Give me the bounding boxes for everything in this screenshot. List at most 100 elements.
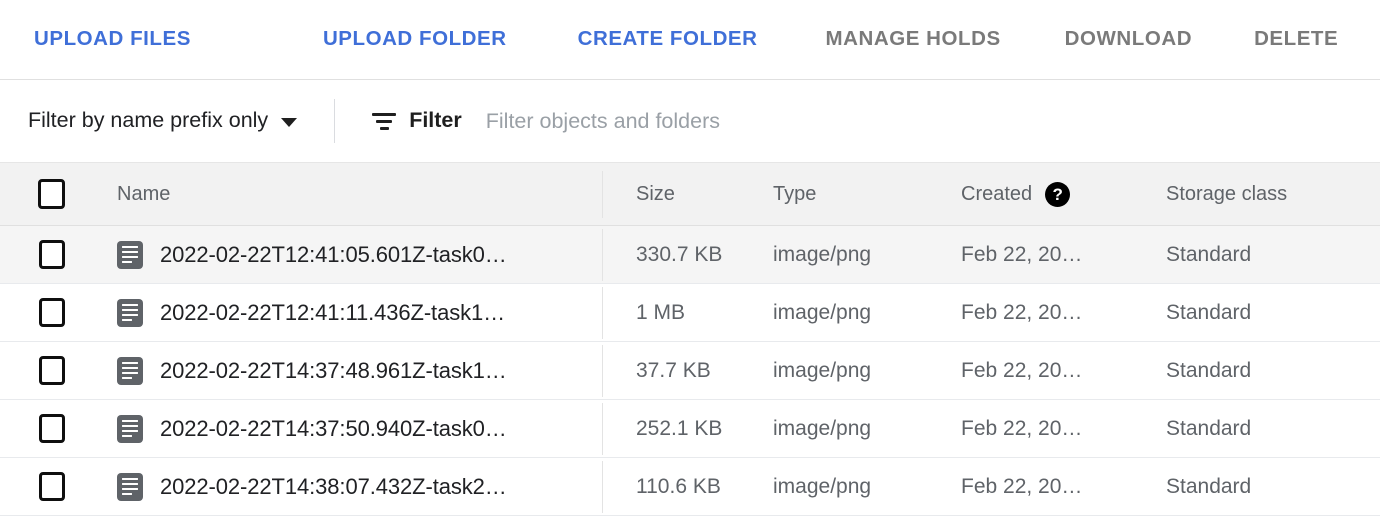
table-header-row: Name Size Type Created ? Storage class: [0, 163, 1380, 226]
row-storage-class-cell: Standard: [1164, 475, 1380, 499]
table-row[interactable]: 2022-02-22T12:41:11.436Z-task1… 1 MB ima…: [0, 284, 1380, 342]
row-name-cell: 2022-02-22T14:37:48.961Z-task1…: [101, 357, 603, 385]
document-icon: [117, 473, 143, 501]
column-header-name-label: Name: [117, 183, 170, 206]
object-storage-class: Standard: [1166, 417, 1251, 440]
row-type-cell: image/png: [771, 359, 961, 383]
column-header-created[interactable]: Created ?: [961, 182, 1164, 207]
row-type-cell: image/png: [771, 301, 961, 325]
select-all-checkbox[interactable]: [38, 179, 65, 209]
object-created: Feb 22, 20…: [961, 359, 1082, 383]
object-name-link[interactable]: 2022-02-22T14:37:50.940Z-task0…: [160, 416, 507, 442]
object-created: Feb 22, 20…: [961, 417, 1082, 441]
column-header-storage-class[interactable]: Storage class: [1164, 183, 1380, 206]
object-size: 37.7 KB: [636, 359, 711, 382]
document-icon: [117, 415, 143, 443]
create-folder-button[interactable]: CREATE FOLDER: [578, 19, 758, 60]
row-type-cell: image/png: [771, 243, 961, 267]
object-size: 330.7 KB: [636, 243, 722, 266]
object-storage-class: Standard: [1166, 359, 1251, 382]
row-select-cell: [0, 414, 101, 443]
column-header-name[interactable]: Name: [101, 183, 603, 206]
row-size-cell: 110.6 KB: [603, 475, 771, 499]
row-name-cell: 2022-02-22T14:37:50.940Z-task0…: [101, 415, 603, 443]
filter-button[interactable]: Filter: [372, 110, 462, 132]
row-type-cell: image/png: [771, 475, 961, 499]
column-header-size-label: Size: [636, 183, 675, 205]
object-type: image/png: [773, 359, 871, 382]
document-icon: [117, 357, 143, 385]
row-checkbox[interactable]: [39, 356, 65, 385]
row-checkbox[interactable]: [39, 240, 65, 269]
row-name-cell: 2022-02-22T14:38:07.432Z-task2…: [101, 473, 603, 501]
object-type: image/png: [773, 475, 871, 498]
object-name-link[interactable]: 2022-02-22T14:37:48.961Z-task1…: [160, 358, 507, 384]
action-toolbar: UPLOAD FILES UPLOAD FOLDER CREATE FOLDER…: [0, 0, 1380, 80]
object-size: 1 MB: [636, 301, 685, 324]
table-row[interactable]: 2022-02-22T14:38:07.432Z-task2… 110.6 KB…: [0, 458, 1380, 516]
column-header-type-label: Type: [773, 183, 816, 205]
column-header-size[interactable]: Size: [603, 183, 771, 206]
object-storage-class: Standard: [1166, 475, 1251, 498]
object-type: image/png: [773, 417, 871, 440]
column-header-storage-class-label: Storage class: [1166, 183, 1287, 205]
row-storage-class-cell: Standard: [1164, 301, 1380, 325]
row-created-cell: Feb 22, 20…: [961, 417, 1164, 441]
select-all-cell: [0, 179, 101, 209]
table-body: 2022-02-22T12:41:05.601Z-task0… 330.7 KB…: [0, 226, 1380, 516]
column-header-type[interactable]: Type: [771, 183, 961, 206]
table-row[interactable]: 2022-02-22T14:37:48.961Z-task1… 37.7 KB …: [0, 342, 1380, 400]
row-checkbox[interactable]: [39, 472, 65, 501]
row-select-cell: [0, 240, 101, 269]
filter-input[interactable]: [486, 109, 1046, 134]
object-size: 110.6 KB: [636, 475, 721, 498]
download-button[interactable]: DOWNLOAD: [1065, 19, 1192, 60]
vertical-divider: [334, 99, 335, 143]
row-type-cell: image/png: [771, 417, 961, 441]
object-size: 252.1 KB: [636, 417, 722, 440]
object-type: image/png: [773, 301, 871, 324]
filter-bar: Filter by name prefix only Filter: [0, 80, 1380, 163]
object-created: Feb 22, 20…: [961, 475, 1082, 499]
table-row[interactable]: 2022-02-22T12:41:05.601Z-task0… 330.7 KB…: [0, 226, 1380, 284]
row-select-cell: [0, 472, 101, 501]
row-created-cell: Feb 22, 20…: [961, 243, 1164, 267]
row-storage-class-cell: Standard: [1164, 417, 1380, 441]
row-storage-class-cell: Standard: [1164, 243, 1380, 267]
row-size-cell: 37.7 KB: [603, 359, 771, 383]
object-storage-class: Standard: [1166, 243, 1251, 266]
row-size-cell: 252.1 KB: [603, 417, 771, 441]
row-size-cell: 1 MB: [603, 301, 771, 325]
filter-icon: [372, 113, 396, 130]
column-header-created-label: Created: [961, 183, 1032, 206]
filter-mode-label: Filter by name prefix only: [28, 110, 268, 132]
row-created-cell: Feb 22, 20…: [961, 301, 1164, 325]
filter-mode-dropdown[interactable]: Filter by name prefix only: [28, 110, 297, 132]
delete-button[interactable]: DELETE: [1254, 19, 1338, 60]
upload-files-button[interactable]: UPLOAD FILES: [34, 19, 191, 60]
object-created: Feb 22, 20…: [961, 301, 1082, 325]
object-name-link[interactable]: 2022-02-22T14:38:07.432Z-task2…: [160, 474, 507, 500]
row-select-cell: [0, 356, 101, 385]
row-created-cell: Feb 22, 20…: [961, 475, 1164, 499]
row-name-cell: 2022-02-22T12:41:05.601Z-task0…: [101, 241, 603, 269]
chevron-down-icon: [281, 118, 297, 127]
object-storage-class: Standard: [1166, 301, 1251, 324]
table-row[interactable]: 2022-02-22T14:37:50.940Z-task0… 252.1 KB…: [0, 400, 1380, 458]
object-type: image/png: [773, 243, 871, 266]
manage-holds-button[interactable]: MANAGE HOLDS: [826, 19, 1001, 60]
upload-folder-button[interactable]: UPLOAD FOLDER: [323, 19, 507, 60]
object-name-link[interactable]: 2022-02-22T12:41:05.601Z-task0…: [160, 242, 507, 268]
row-name-cell: 2022-02-22T12:41:11.436Z-task1…: [101, 299, 603, 327]
object-name-link[interactable]: 2022-02-22T12:41:11.436Z-task1…: [160, 300, 505, 326]
row-select-cell: [0, 298, 101, 327]
row-checkbox[interactable]: [39, 414, 65, 443]
row-created-cell: Feb 22, 20…: [961, 359, 1164, 383]
row-size-cell: 330.7 KB: [603, 243, 771, 267]
row-checkbox[interactable]: [39, 298, 65, 327]
help-circle-icon[interactable]: ?: [1045, 182, 1070, 207]
document-icon: [117, 241, 143, 269]
document-icon: [117, 299, 143, 327]
objects-table: Name Size Type Created ? Storage class 2…: [0, 163, 1380, 516]
row-storage-class-cell: Standard: [1164, 359, 1380, 383]
